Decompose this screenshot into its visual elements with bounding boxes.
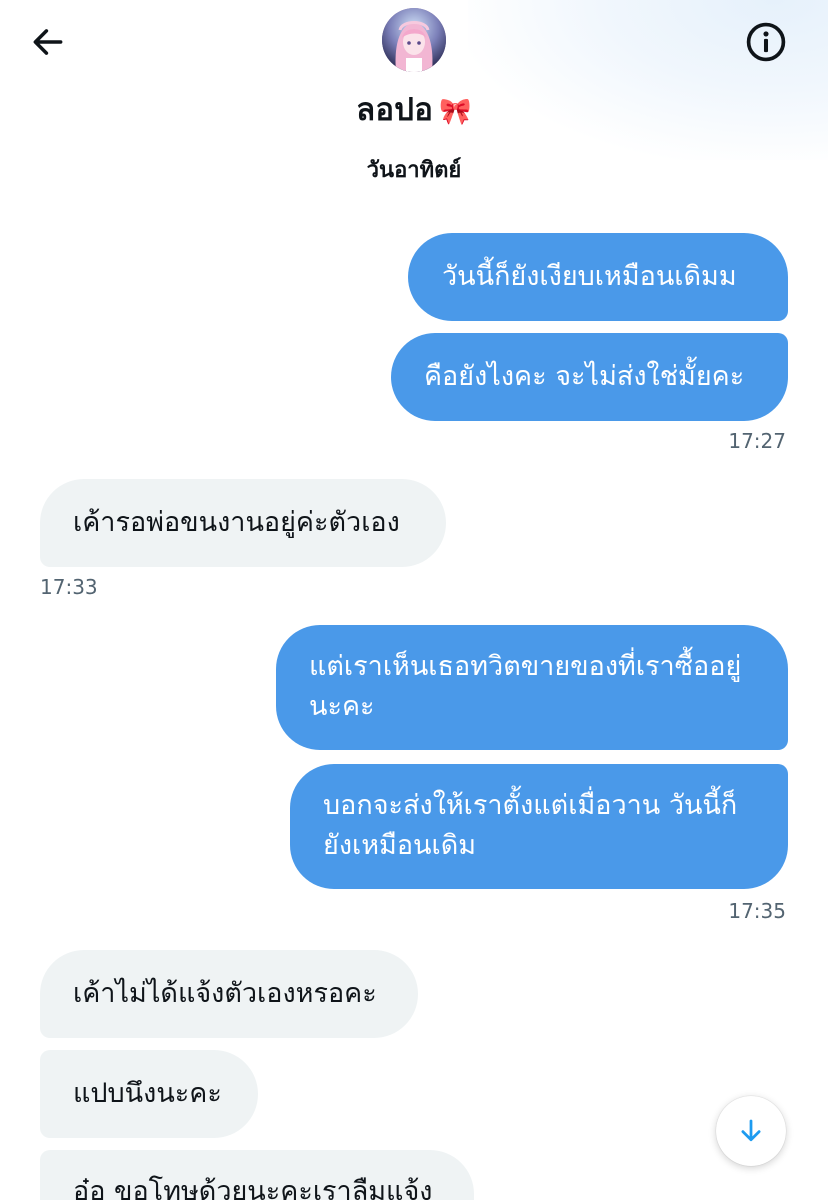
message-text: เค้ารอพ่อขนงานอยู่ค่ะตัวเอง: [73, 507, 400, 538]
info-circle-icon: [746, 22, 786, 62]
message-bubble-sent[interactable]: แต่เราเห็นเธอทวิตขายของที่เราซื้ออยู่ นะ…: [276, 625, 788, 750]
message-text: วันนี้ก็ยังเงียบเหมือนเดิมม: [442, 261, 737, 292]
conversation-info-button[interactable]: [742, 18, 790, 66]
name-emoji-badge: 🎀: [439, 97, 472, 127]
message-text: เค้าไม่ได้แจ้งตัวเองหรอคะ: [73, 978, 377, 1009]
avatar-illustration: [382, 8, 446, 72]
message-bubble-received[interactable]: แปบนึงนะคะ: [40, 1050, 258, 1138]
message-bubble-sent[interactable]: บอกจะส่งให้เราตั้งแต่เมื่อวาน วันนี้ก็ ย…: [290, 764, 788, 889]
message-text-line: บอกจะส่งให้เราตั้งแต่เมื่อวาน วันนี้ก็: [323, 790, 738, 821]
message-text-line: นะคะ: [309, 691, 375, 722]
message-text: อ๋อ ขอโทษด้วยนะคะเราลืมแจ้ง: [73, 1176, 433, 1200]
message-bubble-received[interactable]: เค้าไม่ได้แจ้งตัวเองหรอคะ: [40, 950, 418, 1038]
arrow-down-icon: [741, 1119, 761, 1142]
message-timestamp: 17:35: [728, 899, 786, 923]
date-separator: วันอาทิตย์: [366, 158, 462, 183]
contact-avatar[interactable]: [382, 8, 446, 72]
contact-name[interactable]: ลอปอ 🎀: [0, 84, 828, 134]
dm-conversation-screen: ลอปอ 🎀 วันอาทิตย์ วันนี้ก็ยังเงียบเหมือนเ…: [0, 0, 828, 1200]
arrow-left-icon: [33, 29, 63, 55]
contact-name-text: ลอปอ: [356, 92, 434, 128]
message-text-line: ยังเหมือนเดิม: [323, 830, 477, 861]
message-bubble-received[interactable]: เค้ารอพ่อขนงานอยู่ค่ะตัวเอง: [40, 479, 446, 567]
message-bubble-sent[interactable]: คือยังไงคะ จะไม่ส่งใช่มั้ยคะ: [391, 333, 788, 421]
message-text: คือยังไงคะ จะไม่ส่งใช่มั้ยคะ: [424, 361, 745, 392]
message-bubble-sent[interactable]: วันนี้ก็ยังเงียบเหมือนเดิมม: [408, 233, 788, 321]
message-text: แปบนึงนะคะ: [73, 1078, 222, 1109]
message-timestamp: 17:27: [728, 429, 786, 453]
message-timestamp: 17:33: [40, 575, 98, 599]
scroll-to-bottom-button[interactable]: [716, 1096, 786, 1166]
back-button[interactable]: [26, 20, 70, 64]
message-text-line: แต่เราเห็นเธอทวิตขายของที่เราซื้ออยู่: [309, 651, 742, 682]
message-bubble-received[interactable]: อ๋อ ขอโทษด้วยนะคะเราลืมแจ้ง: [40, 1150, 474, 1200]
